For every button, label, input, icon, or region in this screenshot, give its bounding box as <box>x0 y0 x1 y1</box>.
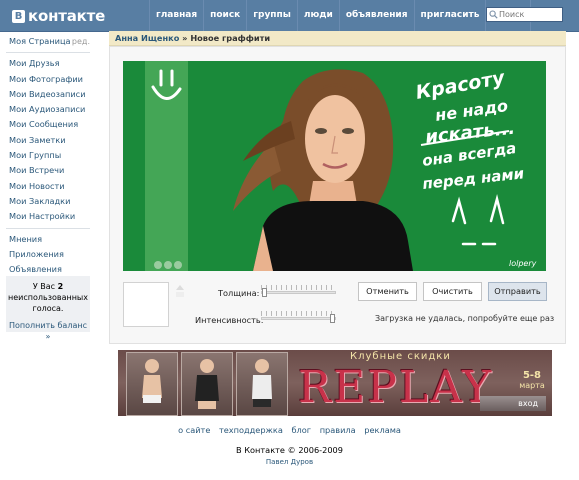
top-nav: главная поиск группы люди объявления при… <box>149 0 532 31</box>
banner-model-photo <box>236 352 288 416</box>
footer-links: о сайте техподдержка блог правила реклам… <box>0 425 579 435</box>
sidebar-item-events[interactable]: Мои Встречи <box>0 163 96 178</box>
sidebar-item-settings[interactable]: Мои Настройки <box>0 209 96 224</box>
sidebar-my-page-label[interactable]: Моя Страница <box>9 34 71 49</box>
portrait-figure <box>233 69 413 271</box>
slider-ticks <box>261 311 336 316</box>
sidebar-item-groups[interactable]: Мои Группы <box>0 148 96 163</box>
balance-line3: голоса. <box>32 304 64 313</box>
search-icon <box>487 8 499 21</box>
edit-link[interactable]: ред. <box>72 34 90 49</box>
page-title: Новое граффити <box>190 33 271 43</box>
graffiti-drawing: Красоту не надо искать... она всегда пер… <box>145 61 537 271</box>
sidebar-item-opinions[interactable]: Мнения <box>0 232 96 247</box>
votes-balance-box: У Вас 2 неиспользованных голоса. Пополни… <box>6 276 90 341</box>
footer-link-support[interactable]: техподдержка <box>219 425 283 435</box>
sidebar-item-bookmarks[interactable]: Мои Закладки <box>0 194 96 209</box>
top-header: В контакте главная поиск группы люди объ… <box>0 0 579 32</box>
slider-ticks <box>261 285 336 290</box>
upload-error-text: Загрузка не удалась, попробуйте еще раз <box>375 314 555 323</box>
intensity-label: Интенсивность: <box>195 315 264 325</box>
sidebar-item-friends[interactable]: Мои Друзья <box>0 56 96 71</box>
brush-dots <box>154 261 182 269</box>
banner-dates-month: марта <box>519 381 545 390</box>
thickness-label: Толщина: <box>218 288 260 298</box>
sidebar-item-apps[interactable]: Приложения <box>0 247 96 262</box>
sidebar-item-videos[interactable]: Мои Видеозаписи <box>0 87 96 102</box>
footer-link-ads[interactable]: реклама <box>364 425 401 435</box>
sidebar-item-news[interactable]: Мои Новости <box>0 179 96 194</box>
thickness-slider[interactable] <box>261 285 336 297</box>
sidebar-divider <box>6 52 90 54</box>
nav-invite[interactable]: пригласить <box>413 0 486 31</box>
balance-prefix: У Вас <box>32 282 58 291</box>
footer-link-blog[interactable]: блог <box>292 425 312 435</box>
votes-count: 2 <box>57 282 64 291</box>
banner-model-photo <box>126 352 178 416</box>
balance-line2: неиспользованных <box>8 293 88 302</box>
copyright-text: В Контакте © 2006-2009 <box>236 445 343 455</box>
slider-thumb[interactable] <box>262 288 267 297</box>
intensity-slider[interactable] <box>261 311 336 323</box>
logo-mark: В <box>12 9 25 23</box>
arrow-up-icon[interactable] <box>175 284 185 298</box>
slider-thumb[interactable] <box>330 314 335 323</box>
slider-track <box>261 291 336 294</box>
banner-dates: 5-8 марта <box>516 371 548 391</box>
artist-signature: lolpery <box>509 259 537 268</box>
drawn-face-marks <box>451 194 505 246</box>
banner-model-photo <box>181 352 233 416</box>
brush-strip <box>145 61 188 271</box>
sidebar-item-photos[interactable]: Мои Фотографии <box>0 72 96 87</box>
nav-search[interactable]: поиск <box>203 0 246 31</box>
nav-home[interactable]: главная <box>149 0 203 31</box>
author-link[interactable]: Павел Дуров <box>0 458 579 466</box>
nav-people[interactable]: люди <box>296 0 339 31</box>
footer-link-about[interactable]: о сайте <box>178 425 210 435</box>
cancel-button[interactable]: Отменить <box>358 282 417 301</box>
nav-ads[interactable]: объявления <box>338 0 414 31</box>
logo-text: контакте <box>28 7 106 25</box>
footer-link-rules[interactable]: правила <box>320 425 356 435</box>
ad-banner[interactable]: Клубные скидки REPLAY 5-8 марта вход <box>118 350 552 416</box>
banner-brand: REPLAY <box>298 362 494 413</box>
graffiti-text: Красоту не надо искать... она всегда пер… <box>414 66 537 268</box>
breadcrumb-user[interactable]: Анна Ищенко <box>115 33 179 43</box>
banner-dates-days: 5-8 <box>522 370 542 381</box>
search-box[interactable] <box>486 7 563 22</box>
top-up-balance-link[interactable]: Пополнить баланс » <box>6 320 90 342</box>
send-button[interactable]: Отправить <box>488 282 547 301</box>
clear-button[interactable]: Очистить <box>423 282 482 301</box>
svg-text:перед нами: перед нами <box>422 164 526 193</box>
banner-entry-button[interactable]: вход <box>480 396 546 411</box>
sidebar-item-messages[interactable]: Мои Сообщения <box>0 117 96 132</box>
sidebar-divider <box>6 227 90 229</box>
sidebar-item-audio[interactable]: Мои Аудиозаписи <box>0 102 96 117</box>
brush-preview <box>123 282 169 327</box>
breadcrumb: Анна Ищенко » Новое граффити <box>109 31 566 46</box>
graffiti-canvas[interactable]: Красоту не надо искать... она всегда пер… <box>123 61 546 271</box>
sidebar-item-notes[interactable]: Мои Заметки <box>0 133 96 148</box>
vk-logo[interactable]: В контакте <box>12 7 105 25</box>
banner-title: Клубные скидки <box>350 351 451 362</box>
breadcrumb-separator: » <box>179 33 191 43</box>
sidebar-item-my-page[interactable]: Моя Страница ред. <box>0 34 96 49</box>
nav-groups[interactable]: группы <box>246 0 297 31</box>
balance-text: У Вас 2 неиспользованных голоса. <box>6 281 90 314</box>
slider-track <box>261 317 336 320</box>
search-input[interactable] <box>499 8 559 21</box>
left-sidebar: Моя Страница ред. Мои Друзья Мои Фотогра… <box>0 34 96 277</box>
